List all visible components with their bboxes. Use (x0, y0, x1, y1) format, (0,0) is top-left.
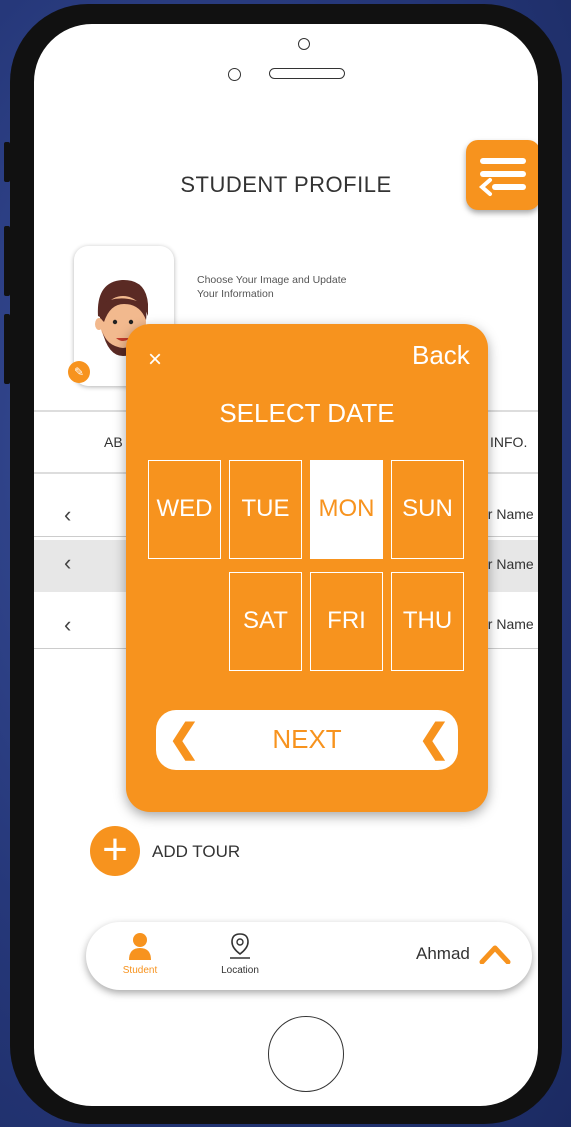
tab-info[interactable]: INFO. (490, 434, 527, 450)
sensor-dot (298, 38, 310, 50)
user-name: Ahmad (416, 944, 470, 963)
row-value: ur Name (480, 616, 534, 632)
page-title: STUDENT PROFILE (180, 172, 392, 197)
location-pin-icon (230, 933, 250, 959)
plus-icon: + (102, 825, 128, 874)
day-tue[interactable]: TUE (229, 460, 302, 559)
speaker-slot (269, 68, 345, 79)
chevron-left-icon: ‹ (64, 550, 72, 575)
screen: STUDENT PROFILE ✎ Choose Your Image and … (34, 24, 538, 1106)
menu-button[interactable] (466, 140, 538, 210)
chevron-left-icon: ❮ (418, 718, 450, 760)
close-icon[interactable]: × (148, 346, 162, 374)
back-button[interactable]: Back (412, 340, 470, 371)
nav-location[interactable]: Location (210, 932, 270, 976)
day-wed[interactable]: WED (148, 460, 221, 559)
add-tour-label: ADD TOUR (152, 842, 241, 861)
row-value: ur Name (480, 556, 534, 572)
select-date-modal: × Back SELECT DATE WED TUE MON SUN SAT F… (126, 324, 488, 812)
info-line: Choose Your Image and Update (197, 274, 347, 286)
person-icon (129, 933, 151, 960)
day-mon[interactable]: MON (310, 460, 383, 559)
day-thu[interactable]: THU (391, 572, 464, 671)
day-sun[interactable]: SUN (391, 460, 464, 559)
nav-student-label: Student (122, 965, 158, 976)
camera-dot (228, 68, 241, 81)
modal-title: SELECT DATE (219, 398, 395, 428)
info-line: Your Information (197, 288, 274, 300)
next-label: NEXT (272, 724, 342, 754)
side-button (4, 314, 10, 384)
tab-about[interactable]: AB (104, 434, 123, 450)
nav-student[interactable]: Student (110, 932, 170, 976)
profile-info-text: Choose Your Image and Update Your Inform… (197, 273, 377, 301)
bottom-nav: Student Location Ahmad (86, 922, 532, 990)
row-value: ur Name (480, 506, 534, 522)
nav-location-label: Location (221, 965, 259, 976)
side-button (4, 142, 10, 182)
chevron-up-icon[interactable] (478, 944, 512, 964)
day-fri[interactable]: FRI (310, 572, 383, 671)
chevron-left-icon: ‹ (64, 502, 72, 527)
side-button (4, 226, 10, 296)
phone-frame: STUDENT PROFILE ✎ Choose Your Image and … (4, 4, 562, 1124)
day-sat[interactable]: SAT (229, 572, 302, 671)
add-tour-button[interactable]: + (90, 826, 140, 876)
home-button[interactable] (268, 1016, 344, 1092)
edit-icon[interactable]: ✎ (68, 361, 90, 383)
next-button[interactable]: ❮ NEXT ❮ (156, 710, 458, 770)
chevron-left-icon: ‹ (64, 612, 72, 637)
